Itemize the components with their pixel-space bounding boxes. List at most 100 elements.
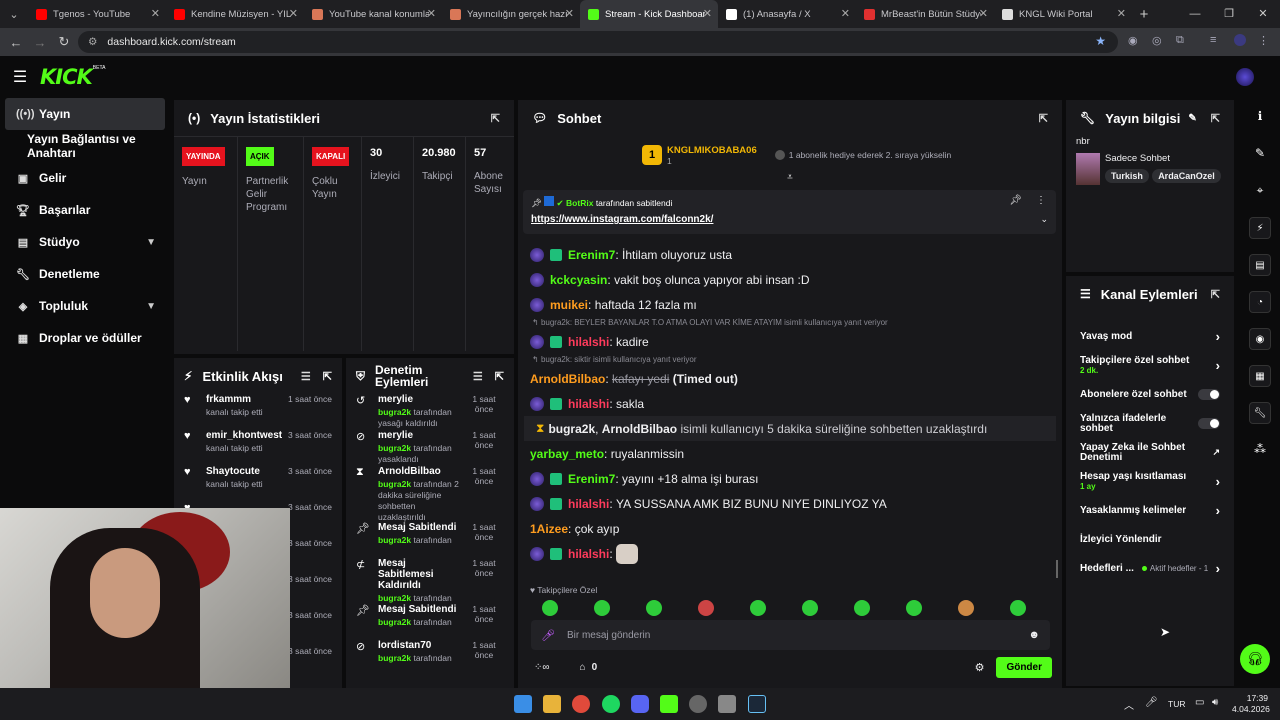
chat-username[interactable]: hilalshi — [568, 397, 609, 411]
chat-username[interactable]: hilalshi — [568, 547, 609, 561]
unpin-icon[interactable]: 📌︎ — [1009, 195, 1022, 206]
browser-tab[interactable]: Kendine Müzisyen - YILLA✕ — [166, 0, 304, 28]
back-icon[interactable]: ← — [4, 35, 28, 50]
moderation-target[interactable]: Mesaj Sabitlendi — [378, 604, 462, 615]
moderation-target[interactable]: ArnoldBilbao — [378, 466, 462, 477]
tag[interactable]: Turkish — [1105, 169, 1149, 183]
pinned-message[interactable]: 📌︎ ✔ BotRix tarafından sabitlendi https:… — [523, 190, 1056, 234]
edit-icon[interactable]: ✎ — [1240, 135, 1280, 172]
popout-icon[interactable]: ⇱ — [495, 370, 504, 383]
browser-tab[interactable]: KNGL Wiki Portal ✕ — [994, 0, 1132, 28]
pinned-link[interactable]: https://www.instagram.com/falconn2k/ — [531, 214, 1048, 225]
popout-icon[interactable]: ⇱ — [1211, 112, 1220, 125]
bookmark-star-icon[interactable]: ★ — [1095, 34, 1106, 48]
moderator-name[interactable]: bugra2k — [378, 479, 411, 489]
camera-icon[interactable]: ⌖ — [1240, 172, 1280, 209]
emote[interactable] — [1010, 600, 1026, 616]
language-indicator[interactable]: TUR — [1168, 699, 1185, 709]
chat-input[interactable]: 🎤︎ Bir mesaj gönderin ☻ — [531, 620, 1050, 650]
sidebar-item-denetleme[interactable]: 🔧︎ Denetleme — [0, 258, 170, 290]
toggle-switch[interactable] — [1198, 418, 1220, 429]
emoji-icon[interactable]: ☻ — [1028, 629, 1040, 641]
network-icon[interactable]: ▭ — [1195, 697, 1204, 708]
browser-tab[interactable]: YouTube kanal konumlar ✕ — [304, 0, 442, 28]
hamburger-menu-icon[interactable]: ☰ — [0, 67, 40, 87]
document-icon[interactable]: ▤ — [1240, 246, 1280, 283]
moderator-name[interactable]: bugra2k — [378, 617, 411, 627]
more-icon[interactable]: ⋮ — [1036, 195, 1046, 206]
moderator-name[interactable]: bugra2k — [378, 653, 411, 663]
chevron-down-icon[interactable]: ⌄ — [1040, 214, 1048, 225]
extension-icon[interactable]: ◎ — [1152, 34, 1162, 47]
wrench-icon[interactable]: 🔧︎ — [1240, 394, 1280, 431]
chat-username[interactable]: Erenim7 — [568, 472, 615, 486]
emote[interactable] — [750, 600, 766, 616]
close-tab-icon[interactable]: ✕ — [565, 7, 574, 20]
channel-action[interactable]: Yavaş mod › — [1066, 322, 1234, 351]
browser-tab[interactable]: (1) Anasayfa / X ✕ — [718, 0, 856, 28]
channel-action[interactable]: İzleyici Yönlendir — [1066, 525, 1234, 554]
close-tab-icon[interactable]: ✕ — [1117, 7, 1126, 20]
chrome-icon[interactable] — [572, 695, 590, 713]
popout-icon[interactable]: ⇱ — [1039, 112, 1048, 125]
emote[interactable] — [854, 600, 870, 616]
activity-user[interactable]: frkammm — [206, 394, 284, 405]
minimize-icon[interactable]: — — [1178, 0, 1212, 28]
chat-username[interactable]: 1Aizee — [530, 522, 568, 536]
chat-settings-icon[interactable]: ⚙ — [975, 661, 985, 674]
discord-icon[interactable] — [631, 695, 649, 713]
info-icon[interactable]: ℹ — [1240, 98, 1280, 135]
close-tab-icon[interactable]: ✕ — [151, 7, 160, 20]
moderator-name[interactable]: bugra2k — [378, 535, 411, 545]
restore-icon[interactable]: ❐ — [1212, 0, 1246, 28]
chat-username[interactable]: ArnoldBilbao — [530, 372, 605, 386]
channel-points-icon[interactable]: ⁘∞ — [534, 662, 550, 673]
close-tab-icon[interactable]: ✕ — [979, 7, 988, 20]
emote[interactable] — [958, 600, 974, 616]
steam-icon[interactable] — [748, 695, 766, 713]
new-tab-button[interactable]: + — [1132, 6, 1156, 23]
popout-icon[interactable]: ⇱ — [323, 370, 332, 383]
sidebar-item-topluluk[interactable]: ◈ Topluluk ▼ — [0, 290, 170, 322]
settings-icon[interactable] — [718, 695, 736, 713]
sidebar-item-stream-key[interactable]: Yayın Bağlantısı ve Anahtarı — [0, 130, 170, 162]
channel-action[interactable]: Yalnızca ifadelerle sohbet — [1066, 409, 1234, 438]
channel-action[interactable]: Hesap yaşı kısıtlaması 1 ay › — [1066, 467, 1234, 496]
stats-icon[interactable]: ▦ — [1240, 357, 1280, 394]
moderator-name[interactable]: bugra2k — [378, 593, 411, 603]
chat-icon[interactable]: ◔ — [1240, 283, 1280, 320]
emote[interactable] — [594, 600, 610, 616]
chat-username[interactable]: Erenim7 — [568, 248, 615, 262]
profile-avatar[interactable] — [1234, 34, 1246, 46]
expand-pins-icon[interactable]: ⩡ — [518, 173, 1062, 184]
browser-tab[interactable]: Stream - Kick Dashboard ✕ — [580, 0, 718, 28]
sidebar-item-yayin[interactable]: ((•)) Yayın — [5, 98, 165, 130]
chat-username[interactable]: muikei — [550, 298, 588, 312]
popout-icon[interactable]: ⇱ — [491, 112, 500, 125]
channel-action[interactable]: Abonelere özel sohbet — [1066, 380, 1234, 409]
sidebar-item-gelir[interactable]: ▣ Gelir — [0, 162, 170, 194]
browser-tab[interactable]: Yayıncılığın gerçek hazırlı ✕ — [442, 0, 580, 28]
close-tab-icon[interactable]: ✕ — [427, 7, 436, 20]
spotify-icon[interactable] — [602, 695, 620, 713]
filter-icon[interactable]: ☰ — [473, 370, 483, 383]
activity-user[interactable]: emir_khontwest — [206, 430, 284, 441]
moderation-target[interactable]: merylie — [378, 394, 462, 405]
mic-icon[interactable]: 🎤︎ — [1145, 697, 1158, 708]
moderator-name[interactable]: bugra2k — [378, 407, 411, 417]
emote[interactable] — [698, 600, 714, 616]
sidebar-item-basarilar[interactable]: 🏆︎ Başarılar — [0, 194, 170, 226]
forward-icon[interactable]: → — [28, 35, 52, 50]
edit-icon[interactable]: ✎ — [1188, 113, 1196, 124]
moderator-name[interactable]: bugra2k — [378, 443, 411, 453]
tab-search-icon[interactable]: ⌄ — [0, 8, 28, 21]
close-tab-icon[interactable]: ✕ — [289, 7, 298, 20]
site-info-icon[interactable]: ⚙ — [88, 36, 97, 48]
tab-group-icon[interactable]: ≡ — [1210, 34, 1216, 46]
sidebar-item-droplar[interactable]: ▦ Droplar ve ödüller — [0, 322, 170, 354]
emote[interactable] — [802, 600, 818, 616]
support-headset-icon[interactable]: 🎧︎ — [1240, 644, 1270, 674]
broadcast-icon[interactable]: ◉ — [1240, 320, 1280, 357]
timed-out-user[interactable]: ArnoldBilbao — [602, 422, 677, 436]
store-icon[interactable]: ⌂ — [580, 662, 586, 673]
